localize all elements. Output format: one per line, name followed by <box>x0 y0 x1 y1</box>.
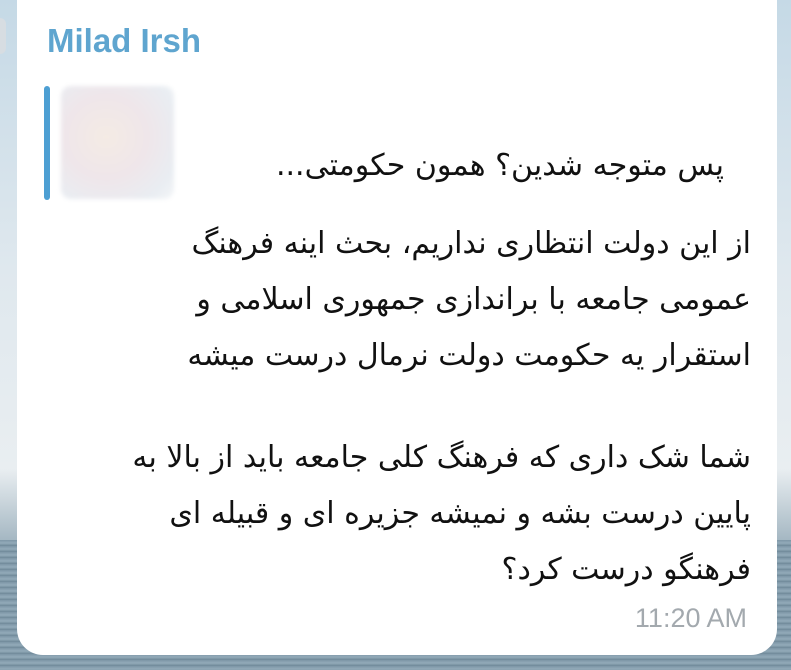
sender-name[interactable]: Milad Irsh <box>47 22 201 60</box>
reply-preview[interactable]: پس متوجه شدین؟ همون حکومتی... <box>44 86 744 200</box>
message-line: عمومی جامعه با براندازی جمهوری اسلامی و <box>196 282 751 317</box>
message-line: از این دولت انتظاری نداریم، بحث اینه فره… <box>191 226 751 261</box>
message-line: استقرار یه حکومت دولت نرمال درست میشه <box>187 338 751 373</box>
reply-indicator-bar <box>44 86 50 200</box>
adjacent-bubble-edge <box>0 18 6 54</box>
message-line: فرهنگو درست کرد؟ <box>501 552 751 587</box>
message-bubble[interactable]: Milad Irsh پس متوجه شدین؟ همون حکومتی...… <box>17 0 777 655</box>
reply-thumbnail <box>61 86 174 199</box>
reply-preview-text: پس متوجه شدین؟ همون حکومتی... <box>275 148 724 183</box>
message-text: از این دولت انتظاری نداریم، بحث اینه فره… <box>57 216 751 598</box>
message-line: شما شک داری که فرهنگ کلی جامعه باید از ب… <box>132 440 751 475</box>
message-timestamp: 11:20 AM <box>634 603 747 633</box>
message-line: پایین درست بشه و نمیشه جزیره ای و قبیله … <box>169 496 751 531</box>
